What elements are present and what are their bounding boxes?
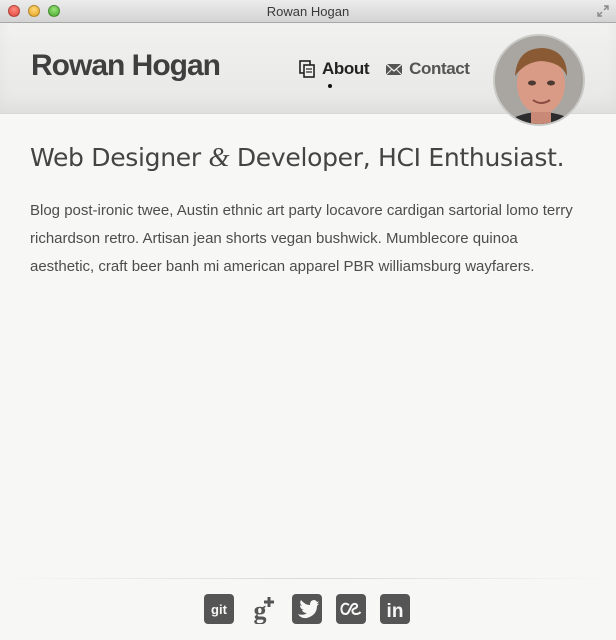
linkedin-icon: in	[380, 594, 410, 624]
nav-about-label: About	[322, 59, 370, 78]
nav-item-contact[interactable]: Contact	[385, 59, 470, 79]
github-icon: git	[204, 594, 234, 624]
headline-part-1: Web Designer	[30, 143, 209, 172]
github-icon-label: git	[211, 602, 228, 617]
linkedin-link[interactable]: in	[380, 594, 410, 624]
main-content: Web Designer & Developer, HCI Enthusiast…	[30, 142, 586, 281]
envelope-icon	[385, 63, 403, 76]
linkedin-icon-label: in	[387, 601, 404, 622]
site-brand[interactable]: Rowan Hogan	[31, 49, 221, 83]
headline-part-2: Developer, HCI Enthusiast.	[229, 143, 565, 172]
twitter-icon	[292, 594, 322, 624]
google-plus-link[interactable]: g	[248, 594, 278, 625]
profile-photo	[495, 36, 583, 124]
social-links: git g in	[204, 594, 410, 625]
svg-text:g: g	[254, 596, 267, 624]
github-link[interactable]: git	[204, 594, 234, 624]
documents-icon	[299, 60, 315, 78]
window-title: Rowan Hogan	[266, 3, 350, 19]
nav-item-about[interactable]: About	[298, 59, 370, 88]
fullscreen-icon[interactable]	[596, 4, 610, 18]
window-controls	[8, 5, 60, 17]
avatar	[493, 34, 585, 126]
main-nav: About Contact	[298, 59, 470, 88]
intro-paragraph: Blog post-ironic twee, Austin ethnic art…	[30, 202, 573, 275]
site-header: Rowan Hogan About Contact	[0, 23, 616, 126]
footer-divider	[0, 578, 616, 579]
nav-contact-label: Contact	[409, 59, 470, 78]
twitter-link[interactable]	[292, 594, 322, 624]
close-window-button[interactable]	[8, 5, 20, 17]
lastfm-icon	[336, 594, 366, 624]
page-headline: Web Designer & Developer, HCI Enthusiast…	[30, 142, 586, 173]
headline-ampersand: &	[208, 142, 230, 172]
active-indicator	[328, 84, 332, 88]
window-titlebar: Rowan Hogan	[0, 0, 616, 23]
lastfm-link[interactable]	[336, 594, 366, 624]
zoom-window-button[interactable]	[48, 5, 60, 17]
minimize-window-button[interactable]	[28, 5, 40, 17]
google-plus-icon: g	[254, 596, 274, 625]
